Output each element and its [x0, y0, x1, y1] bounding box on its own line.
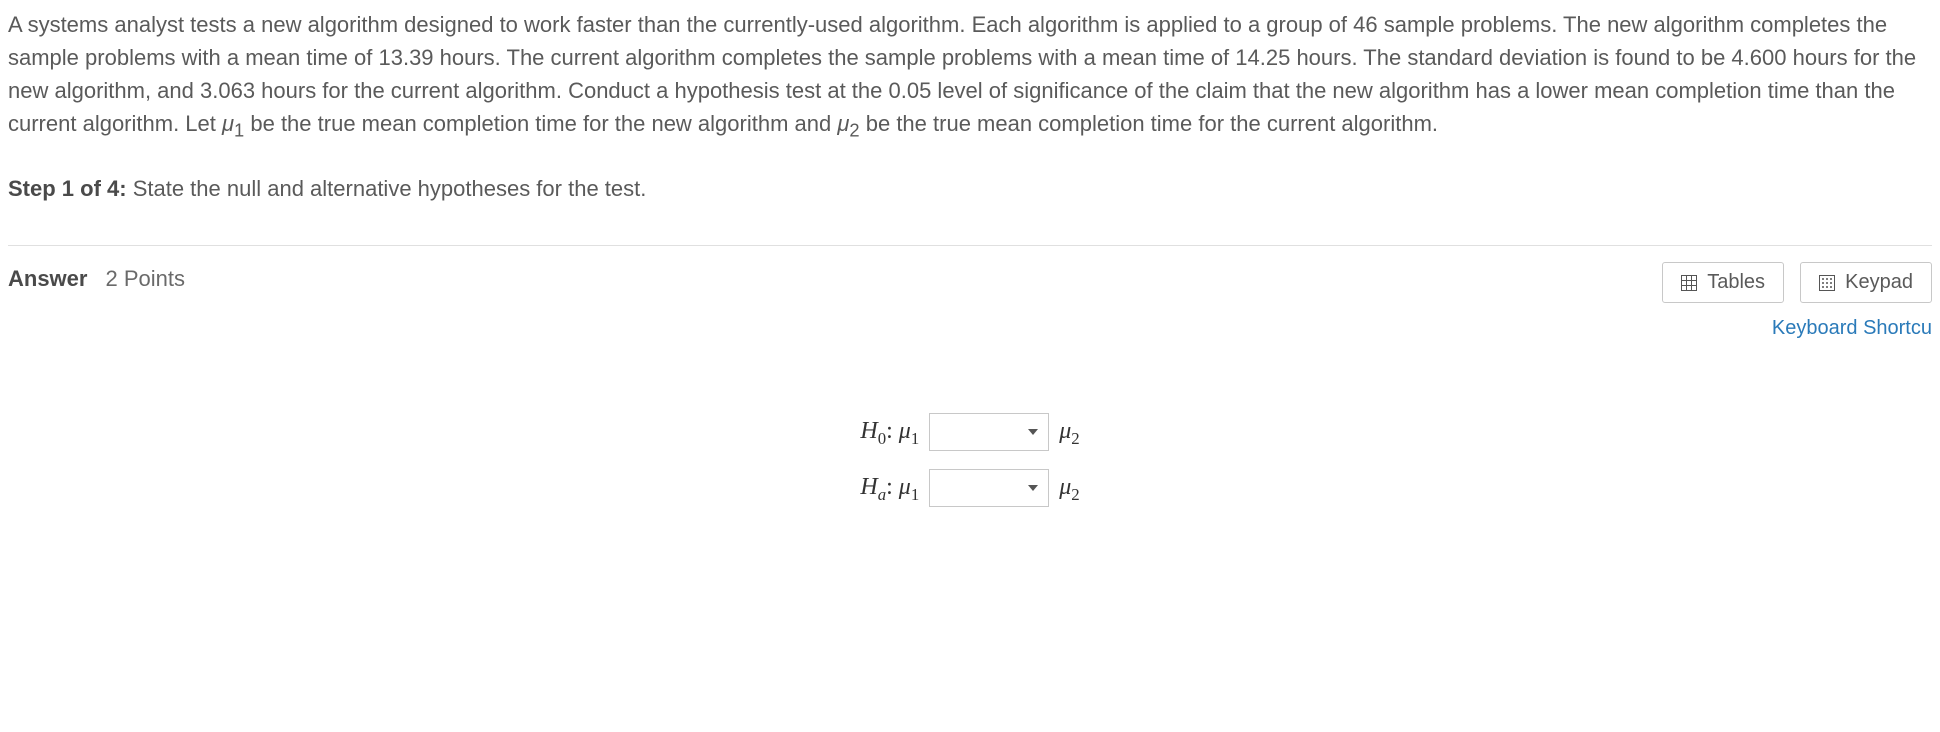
step-label: Step 1 of 4:	[8, 176, 127, 201]
tables-button-label: Tables	[1707, 271, 1765, 294]
keypad-icon	[1819, 274, 1835, 290]
hypotheses-area: H0: μ1 μ2 Ha: μ1 μ2	[8, 413, 1932, 507]
ha-label: Ha: μ1	[860, 469, 919, 507]
step-instruction: Step 1 of 4: State the null and alternat…	[8, 172, 1932, 205]
divider	[8, 245, 1932, 246]
step-text: State the null and alternative hypothese…	[133, 176, 647, 201]
keypad-button-label: Keypad	[1845, 271, 1913, 294]
h0-operator-select[interactable]	[929, 413, 1049, 451]
keyboard-shortcuts-link[interactable]: Keyboard Shortcu	[1652, 313, 1932, 343]
ha-mu2: μ2	[1059, 469, 1079, 507]
table-icon	[1681, 274, 1697, 290]
ha-operator-select[interactable]	[929, 469, 1049, 507]
h0-label: H0: μ1	[860, 413, 919, 451]
problem-text: A systems analyst tests a new algorithm …	[8, 12, 1916, 136]
null-hypothesis-row: H0: μ1 μ2	[860, 413, 1079, 451]
answer-label: Answer	[8, 262, 87, 295]
h0-mu2: μ2	[1059, 413, 1079, 451]
points-label: 2 Points	[105, 262, 185, 295]
alt-hypothesis-row: Ha: μ1 μ2	[860, 469, 1079, 507]
tables-button[interactable]: Tables	[1662, 262, 1784, 303]
keypad-button[interactable]: Keypad	[1800, 262, 1932, 303]
